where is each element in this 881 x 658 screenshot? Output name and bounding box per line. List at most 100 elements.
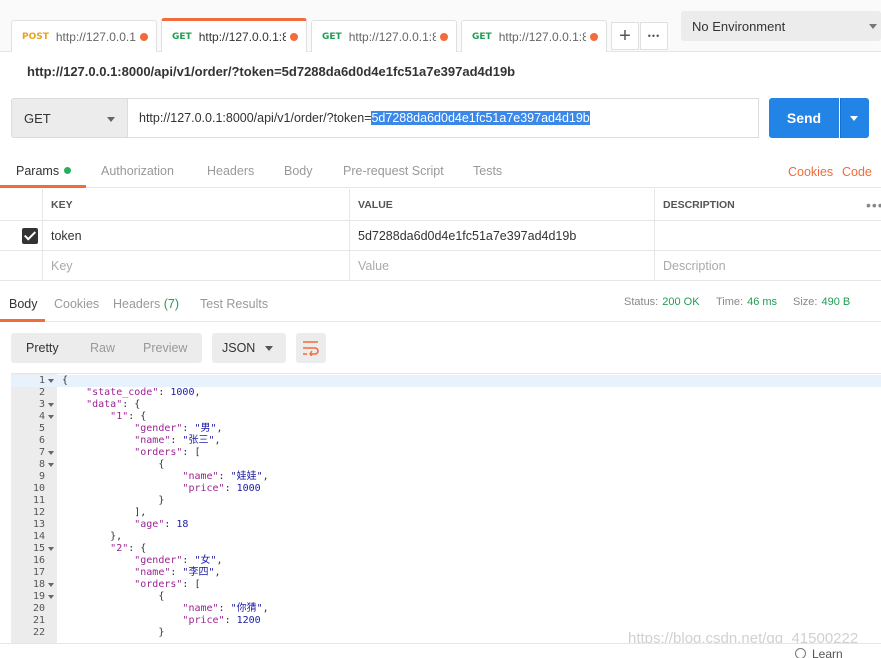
- fold-arrow-icon[interactable]: [48, 547, 54, 551]
- send-options-button[interactable]: [840, 98, 869, 138]
- code-link[interactable]: Code: [842, 165, 872, 179]
- raw-button[interactable]: Raw: [90, 341, 115, 355]
- code-text: "orders": [: [134, 579, 201, 590]
- fold-arrow-icon[interactable]: [48, 451, 54, 455]
- help-circle-icon: [795, 648, 806, 658]
- url-input[interactable]: http://127.0.0.1:8000/api/v1/order/?toke…: [127, 98, 759, 138]
- line-number: 11: [32, 495, 45, 506]
- format-select[interactable]: JSON: [212, 333, 286, 363]
- line-number: 8: [38, 459, 45, 470]
- code-line: 2 "state_code": 1000,: [11, 387, 881, 399]
- fold-arrow-icon[interactable]: [48, 379, 54, 383]
- param-description-field[interactable]: [654, 221, 881, 251]
- tab-authorization[interactable]: Authorization: [101, 164, 174, 178]
- code-text: {: [62, 591, 165, 602]
- line-number: 15: [32, 543, 45, 554]
- line-number: 5: [38, 423, 45, 434]
- new-description-input[interactable]: Description: [654, 251, 881, 281]
- tab-response-cookies[interactable]: Cookies: [54, 297, 99, 311]
- cookies-link[interactable]: Cookies: [788, 165, 833, 179]
- code-line: 4 "1": {: [11, 411, 881, 423]
- tab-test-results[interactable]: Test Results: [200, 297, 268, 311]
- line-number: 21: [32, 615, 45, 626]
- line-number: 6: [38, 435, 45, 446]
- learn-button[interactable]: Learn: [795, 647, 843, 658]
- pretty-button[interactable]: Pretty: [26, 341, 59, 355]
- code-text: {: [62, 459, 165, 470]
- tab-url: http://127.0.0.1:80: [498, 29, 586, 44]
- view-mode-group: Pretty Raw Preview: [11, 333, 202, 363]
- tab-tests[interactable]: Tests: [473, 164, 502, 178]
- environment-select[interactable]: No Environment: [681, 11, 881, 41]
- fold-arrow-icon[interactable]: [48, 403, 54, 407]
- tab-body[interactable]: Body: [284, 164, 313, 178]
- fold-arrow-icon[interactable]: [48, 463, 54, 467]
- code-text: "age": 18: [134, 519, 189, 530]
- unsaved-dot-icon: [140, 32, 148, 41]
- line-number: 14: [32, 531, 45, 542]
- tab-options-button[interactable]: •••: [640, 22, 668, 50]
- chevron-down-icon: [107, 117, 115, 122]
- unsaved-dot-icon: [590, 32, 598, 41]
- line-number: 2: [38, 387, 45, 398]
- params-header-row: KEY VALUE DESCRIPTION •••: [0, 189, 881, 221]
- send-button[interactable]: Send: [769, 98, 839, 138]
- response-size: Size: 490 B: [793, 296, 850, 308]
- request-title: http://127.0.0.1:8000/api/v1/order/?toke…: [27, 64, 516, 79]
- code-line: 16 "gender": "女",: [11, 555, 881, 567]
- active-dot-icon: [64, 167, 72, 174]
- wrap-lines-button[interactable]: [296, 333, 326, 363]
- column-value-header: VALUE: [349, 189, 655, 221]
- param-key-field[interactable]: token: [42, 221, 350, 251]
- code-text: "data": {: [86, 399, 141, 410]
- tab-params[interactable]: Params: [16, 164, 72, 178]
- size-label: Size:: [793, 296, 818, 308]
- tab-response-headers[interactable]: Headers (7): [113, 297, 179, 311]
- tab-method-badge: POST: [22, 31, 49, 42]
- line-number: 18: [32, 579, 45, 590]
- tab-prerequest-script[interactable]: Pre-request Script: [343, 164, 444, 178]
- environment-selected: No Environment: [692, 18, 786, 34]
- param-value-field[interactable]: 5d7288da6d0d4e1fc51a7e397ad4d19b: [349, 221, 655, 251]
- code-text: "orders": [: [134, 447, 201, 458]
- code-line: 10 "price": 1000: [11, 483, 881, 495]
- url-prefix: http://127.0.0.1:8000/api/v1/order/?toke…: [139, 111, 372, 125]
- more-icon[interactable]: •••: [866, 197, 881, 213]
- unsaved-dot-icon: [440, 32, 448, 41]
- line-number: 4: [38, 411, 45, 422]
- new-key-input[interactable]: Key: [42, 251, 350, 281]
- code-line: 7 "orders": [: [11, 447, 881, 459]
- new-value-input[interactable]: Value: [349, 251, 655, 281]
- request-tab-4[interactable]: GET http://127.0.0.1:80: [461, 20, 607, 52]
- code-line: 5 "gender": "男",: [11, 423, 881, 435]
- status-label: Status:: [624, 296, 659, 308]
- new-tab-button[interactable]: +: [611, 22, 639, 50]
- tab-response-body[interactable]: Body: [9, 297, 38, 311]
- learn-label: Learn: [812, 647, 843, 658]
- active-tab-indicator: [0, 319, 45, 322]
- code-text: "gender": "男",: [134, 423, 223, 434]
- code-line: 1{: [11, 375, 881, 387]
- line-number: 22: [32, 627, 45, 638]
- fold-arrow-icon[interactable]: [48, 415, 54, 419]
- fold-arrow-icon[interactable]: [48, 583, 54, 587]
- param-enabled-checkbox[interactable]: [22, 228, 38, 244]
- fold-arrow-icon[interactable]: [48, 595, 54, 599]
- request-tab-1[interactable]: POST http://127.0.0.1:8: [11, 20, 157, 52]
- more-icon: •••: [647, 31, 661, 41]
- code-line: 18 "orders": [: [11, 579, 881, 591]
- params-row: token 5d7288da6d0d4e1fc51a7e397ad4d19b: [0, 221, 881, 251]
- tab-response-headers-label: Headers: [113, 297, 161, 311]
- code-text: "state_code": 1000,: [86, 387, 201, 398]
- request-tab-3[interactable]: GET http://127.0.0.1:80: [311, 20, 457, 52]
- method-select[interactable]: GET: [11, 98, 128, 138]
- line-number: 16: [32, 555, 45, 566]
- tab-headers[interactable]: Headers: [207, 164, 254, 178]
- response-code-viewer[interactable]: 1{2 "state_code": 1000, 3 "data": {4 "1":…: [11, 373, 881, 643]
- line-number: 10: [32, 483, 45, 494]
- code-text: ],: [62, 507, 147, 518]
- preview-button[interactable]: Preview: [143, 341, 187, 355]
- method-value: GET: [24, 110, 51, 126]
- request-tab-2[interactable]: GET http://127.0.0.1:80: [161, 18, 307, 52]
- code-line: 6 "name": "张三",: [11, 435, 881, 447]
